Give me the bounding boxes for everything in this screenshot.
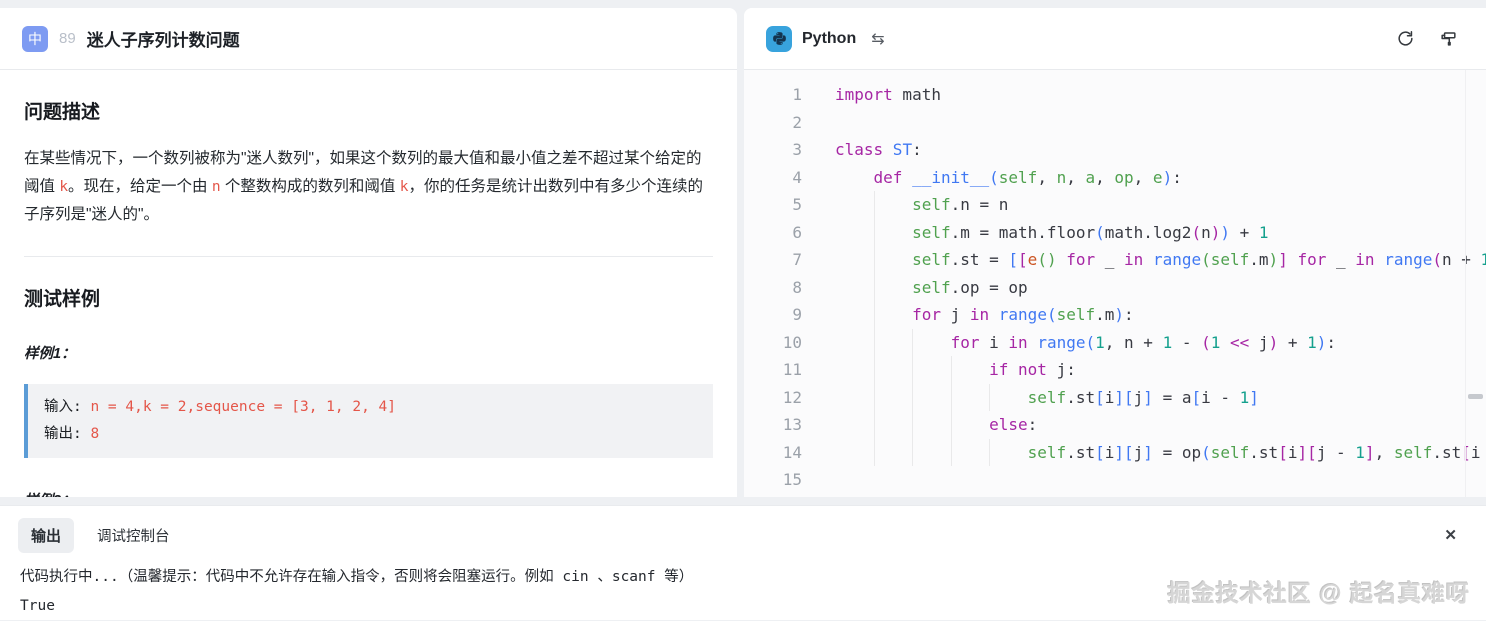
line-number: 4 [744, 164, 802, 192]
example1-block: 输入: n = 4,k = 2,sequence = [3, 1, 2, 4] … [24, 384, 713, 458]
code-line[interactable]: 2 [744, 109, 1486, 137]
section-divider [24, 256, 713, 257]
code-line[interactable]: 6 self.m = math.floor(math.log2(n)) + 1 [744, 219, 1486, 247]
code-line[interactable]: 4 def __init__(self, n, a, op, e): [744, 164, 1486, 192]
code-line[interactable]: 5 self.n = n [744, 191, 1486, 219]
code-line[interactable]: 13 else: [744, 411, 1486, 439]
switch-language-icon[interactable]: ⇆ [871, 29, 884, 49]
code-line[interactable]: 7 self.st = [[e() for _ in range(self.m)… [744, 246, 1486, 274]
example2-label: 样例2： [24, 489, 713, 497]
line-number: 5 [744, 191, 802, 219]
example1-input-line: 输入: n = 4,k = 2,sequence = [3, 1, 2, 4] [44, 394, 697, 421]
console-tab-0[interactable]: 输出 [18, 518, 74, 553]
problem-id: 89 [59, 30, 76, 47]
console-tab-1[interactable]: 调试控制台 [84, 518, 183, 553]
code-line[interactable]: 1import math [744, 81, 1486, 109]
difficulty-badge: 中 [22, 26, 48, 52]
output-label: 输出: [44, 426, 90, 442]
line-number: 1 [744, 81, 802, 109]
line-number: 12 [744, 384, 802, 412]
inline-code: k [59, 179, 68, 195]
code-line[interactable]: 8 self.op = op [744, 274, 1486, 302]
code-line[interactable]: 3class ST: [744, 136, 1486, 164]
example1-output-line: 输出: 8 [44, 421, 697, 448]
python-logo-icon [766, 26, 792, 52]
line-number: 10 [744, 329, 802, 357]
scrollbar-track [1465, 70, 1466, 497]
close-icon[interactable]: ✕ [1444, 528, 1457, 543]
code-line[interactable]: 11 if not j: [744, 356, 1486, 384]
console-result-text: True [20, 592, 1466, 621]
problem-title: 迷人子序列计数问题 [87, 26, 240, 51]
scrollbar-thumb[interactable] [1468, 394, 1483, 399]
line-number: 8 [744, 274, 802, 302]
editor-header: Python ⇆ [744, 8, 1486, 70]
console-output: 代码执行中...（温馨提示：代码中不允许存在输入指令，否则将会阻塞运行。例如 c… [0, 553, 1486, 621]
line-number: 14 [744, 439, 802, 467]
example1-label: 样例1： [24, 342, 713, 363]
line-number: 2 [744, 109, 802, 137]
line-number: 6 [744, 219, 802, 247]
problem-panel: 中 89 迷人子序列计数问题 问题描述 在某些情况下，一个数列被称为"迷人数列"… [0, 8, 737, 497]
line-number: 7 [744, 246, 802, 274]
editor-panel: Python ⇆ 1import math23class ST:4 def __… [744, 8, 1486, 497]
editor-actions [1396, 29, 1458, 48]
code-line[interactable]: 10 for i in range(1, n + 1 - (1 << j) + … [744, 329, 1486, 357]
line-number: 15 [744, 466, 802, 494]
description-heading: 问题描述 [24, 97, 713, 124]
code-line[interactable]: 15 [744, 466, 1486, 494]
code-line[interactable]: 14 self.st[i][j] = op(self.st[i][j - 1],… [744, 439, 1486, 467]
code-editor[interactable]: 1import math23class ST:4 def __init__(se… [744, 70, 1486, 497]
console-tabs: 输出调试控制台 [0, 506, 1486, 553]
examples-heading: 测试样例 [24, 284, 713, 311]
format-icon [1439, 29, 1458, 48]
input-label: 输入: [44, 399, 90, 415]
problem-body: 问题描述 在某些情况下，一个数列被称为"迷人数列"，如果这个数列的最大值和最小值… [0, 97, 737, 497]
line-number: 11 [744, 356, 802, 384]
input-value: n = 4,k = 2,sequence = [3, 1, 2, 4] [90, 399, 396, 415]
problem-description: 在某些情况下，一个数列被称为"迷人数列"，如果这个数列的最大值和最小值之差不超过… [24, 145, 713, 229]
code-line[interactable]: 12 self.st[i][j] = a[i - 1] [744, 384, 1486, 412]
format-code-button[interactable] [1439, 29, 1458, 48]
problem-header: 中 89 迷人子序列计数问题 [0, 8, 737, 70]
line-number: 13 [744, 411, 802, 439]
refresh-icon [1396, 29, 1415, 48]
code-line[interactable]: 9 for j in range(self.m): [744, 301, 1486, 329]
output-value: 8 [90, 426, 99, 442]
line-number: 3 [744, 136, 802, 164]
reset-code-button[interactable] [1396, 29, 1415, 48]
language-label[interactable]: Python [802, 30, 856, 48]
console-running-text: 代码执行中...（温馨提示：代码中不允许存在输入指令，否则将会阻塞运行。例如 c… [20, 563, 1466, 592]
line-number: 9 [744, 301, 802, 329]
console-panel: 输出调试控制台 ✕ 代码执行中...（温馨提示：代码中不允许存在输入指令，否则将… [0, 505, 1486, 620]
inline-code: n [212, 179, 221, 195]
